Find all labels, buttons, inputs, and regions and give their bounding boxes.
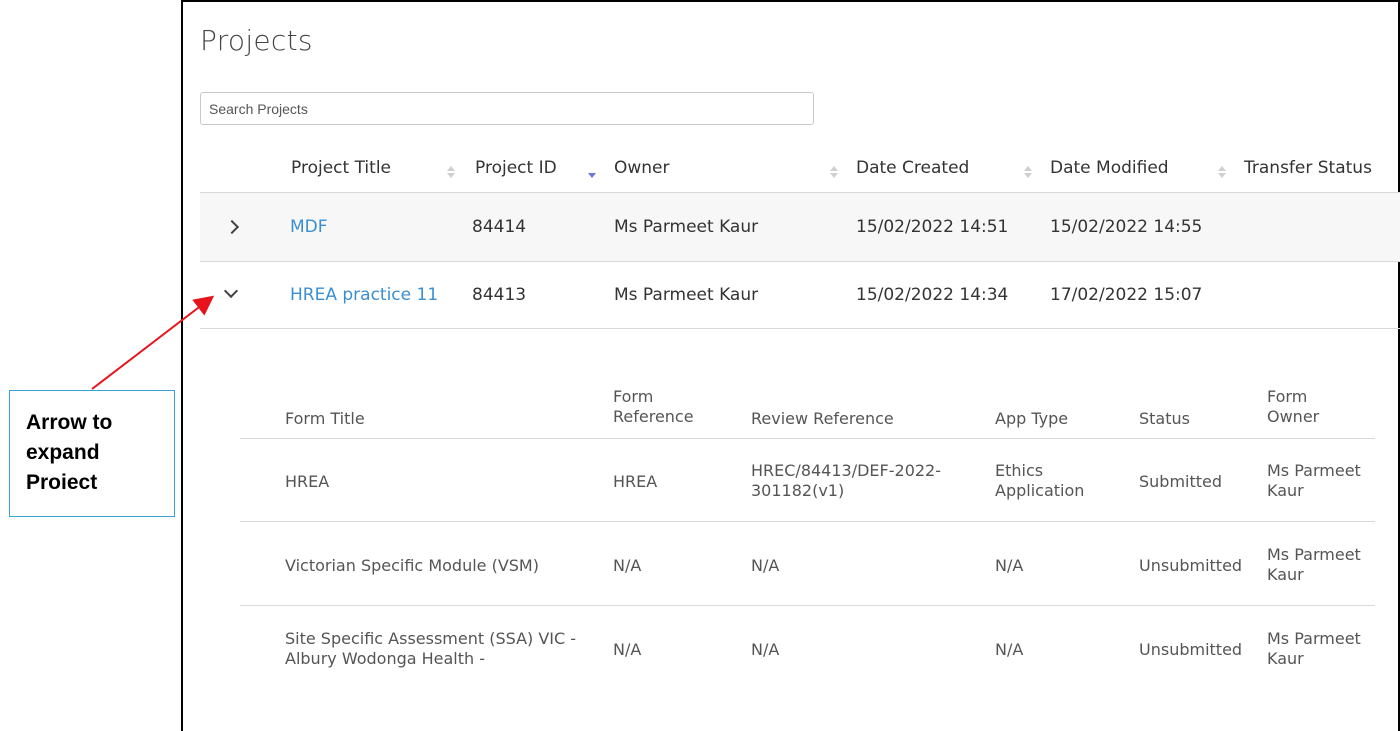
annotation-arrow-icon [91,295,215,390]
